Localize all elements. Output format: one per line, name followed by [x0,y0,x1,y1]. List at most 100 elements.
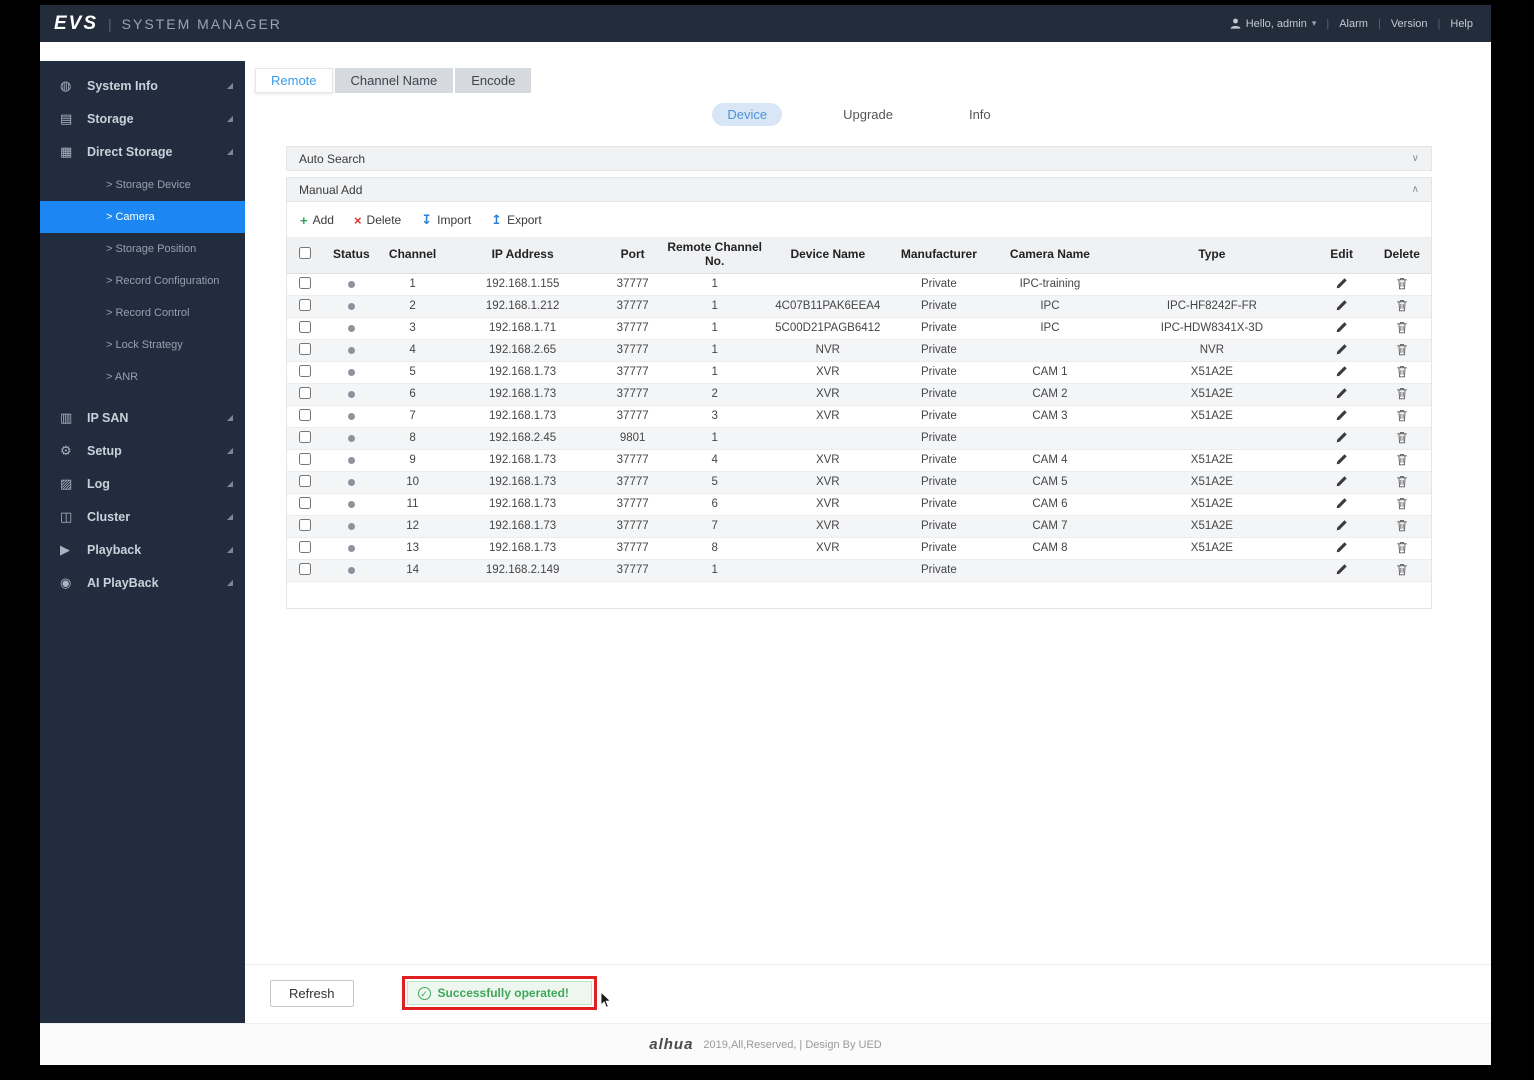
sidebar-item-storage[interactable]: ▤ Storage ◢ [40,102,245,135]
row-select-checkbox[interactable] [298,320,311,333]
user-menu[interactable]: Hello, admin ▾ [1230,18,1316,30]
auto-search-header[interactable]: Auto Search ∨ [286,146,1432,171]
delete-icon[interactable] [1393,298,1411,313]
sidebar-subitem-camera[interactable]: > Camera [40,201,245,233]
alarm-link[interactable]: Alarm [1339,18,1368,30]
edit-icon[interactable] [1332,298,1351,313]
sidebar-subitem-record-configuration[interactable]: > Record Configuration [40,265,245,297]
delete-icon[interactable] [1393,474,1411,489]
cell-ip: 192.168.1.73 [444,361,601,384]
row-select-checkbox[interactable] [298,496,311,509]
sidebar-subitem-anr[interactable]: > ANR [40,361,245,393]
edit-icon[interactable] [1332,496,1351,511]
edit-icon[interactable] [1332,452,1351,467]
row-select-checkbox[interactable] [298,518,311,531]
subtab-device[interactable]: Device [712,103,783,126]
cell-manufacturer: Private [891,493,987,516]
delete-button[interactable]: × Delete [354,213,401,228]
status-dot [347,522,355,530]
row-select-checkbox[interactable] [298,540,311,553]
sidebar-subitem-record-control[interactable]: > Record Control [40,297,245,329]
delete-icon[interactable] [1393,320,1411,335]
sidebar-item-setup[interactable]: ⚙ Setup ◢ [40,434,245,467]
edit-icon[interactable] [1332,518,1351,533]
device-table-body: 1 192.168.1.155 37777 1 Private IPC-training 2… [287,273,1431,582]
sidebar-item-system-info[interactable]: ◍ System Info ◢ [40,69,245,102]
sidebar-item-playback[interactable]: ▶ Playback ◢ [40,533,245,566]
export-button[interactable]: ↥ Export [491,212,542,228]
cell-port: 37777 [600,493,665,516]
delete-icon[interactable] [1393,408,1411,423]
edit-icon[interactable] [1332,386,1351,401]
version-link[interactable]: Version [1391,18,1428,30]
delete-icon[interactable] [1393,540,1411,555]
cell-manufacturer: Private [891,559,987,582]
content-area: Remote Channel Name Encode Device Upgrad… [245,42,1491,1023]
subtab-upgrade[interactable]: Upgrade [828,103,908,126]
tab-remote[interactable]: Remote [255,68,333,93]
edit-icon[interactable] [1332,342,1351,357]
row-select-checkbox[interactable] [298,474,311,487]
table-row: 6 192.168.1.73 37777 2 XVR Private CAM 2 X51A2E [287,383,1431,406]
row-select-checkbox[interactable] [298,562,311,575]
cell-device-name: XVR [764,471,892,494]
row-select-checkbox[interactable] [298,298,311,311]
edit-icon[interactable] [1332,320,1351,335]
column-header-channel: Channel [380,237,445,274]
import-button[interactable]: ↧ Import [421,212,471,228]
sidebar-subitem-storage-position[interactable]: > Storage Position [40,233,245,265]
delete-icon[interactable] [1393,452,1411,467]
cell-type: X51A2E [1113,515,1311,538]
help-link[interactable]: Help [1450,18,1473,30]
sidebar-subitem-lock-strategy[interactable]: > Lock Strategy [40,329,245,361]
delete-icon[interactable] [1393,562,1411,577]
cluster-icon: ◫ [60,508,73,524]
sidebar-item-direct-storage[interactable]: ▦ Direct Storage ◢ [40,135,245,168]
edit-icon[interactable] [1332,540,1351,555]
row-select-checkbox[interactable] [298,386,311,399]
cell-channel: 5 [380,361,445,384]
column-header-camera-name: Camera Name [986,237,1114,274]
add-button[interactable]: + Add [300,213,334,228]
row-select-checkbox[interactable] [298,408,311,421]
edit-icon[interactable] [1332,474,1351,489]
playback-icon: ▶ [60,541,70,557]
cell-port: 37777 [600,361,665,384]
row-select-checkbox[interactable] [298,430,311,443]
delete-icon[interactable] [1393,342,1411,357]
refresh-button[interactable]: Refresh [270,979,354,1007]
delete-icon[interactable] [1393,430,1411,445]
row-select-checkbox[interactable] [298,276,311,289]
app-logo: EVS [54,12,99,34]
delete-icon[interactable] [1393,386,1411,401]
tab-encode[interactable]: Encode [455,68,532,93]
subtab-info[interactable]: Info [954,103,1006,126]
cell-remote-channel-no: 1 [664,273,765,296]
sidebar-subitem-storage-device[interactable]: > Storage Device [40,169,245,201]
cell-channel: 8 [380,427,445,450]
row-select-checkbox[interactable] [298,342,311,355]
cell-channel: 12 [380,515,445,538]
edit-icon[interactable] [1332,364,1351,379]
row-select-checkbox[interactable] [298,452,311,465]
delete-icon[interactable] [1393,518,1411,533]
sidebar-item-ip-san[interactable]: ▥ IP SAN ◢ [40,401,245,434]
delete-icon[interactable] [1393,276,1411,291]
column-header-ip-address: IP Address [444,237,601,274]
manual-add-header[interactable]: Manual Add ∧ [286,177,1432,202]
tab-channel-name[interactable]: Channel Name [334,68,454,93]
delete-icon[interactable] [1393,364,1411,379]
sidebar-item-log[interactable]: ▨ Log ◢ [40,467,245,500]
select-all-checkbox[interactable] [298,246,311,259]
expand-corner-icon: ◢ [226,512,233,521]
cell-device-name: XVR [764,405,892,428]
screen: EVS | SYSTEM MANAGER Hello, admin ▾ | Al… [0,0,1534,1080]
edit-icon[interactable] [1332,430,1351,445]
edit-icon[interactable] [1332,276,1351,291]
edit-icon[interactable] [1332,562,1351,577]
sidebar-item-ai-playback[interactable]: ◉ AI PlayBack ◢ [40,566,245,599]
row-select-checkbox[interactable] [298,364,311,377]
edit-icon[interactable] [1332,408,1351,423]
sidebar-item-cluster[interactable]: ◫ Cluster ◢ [40,500,245,533]
delete-icon[interactable] [1393,496,1411,511]
